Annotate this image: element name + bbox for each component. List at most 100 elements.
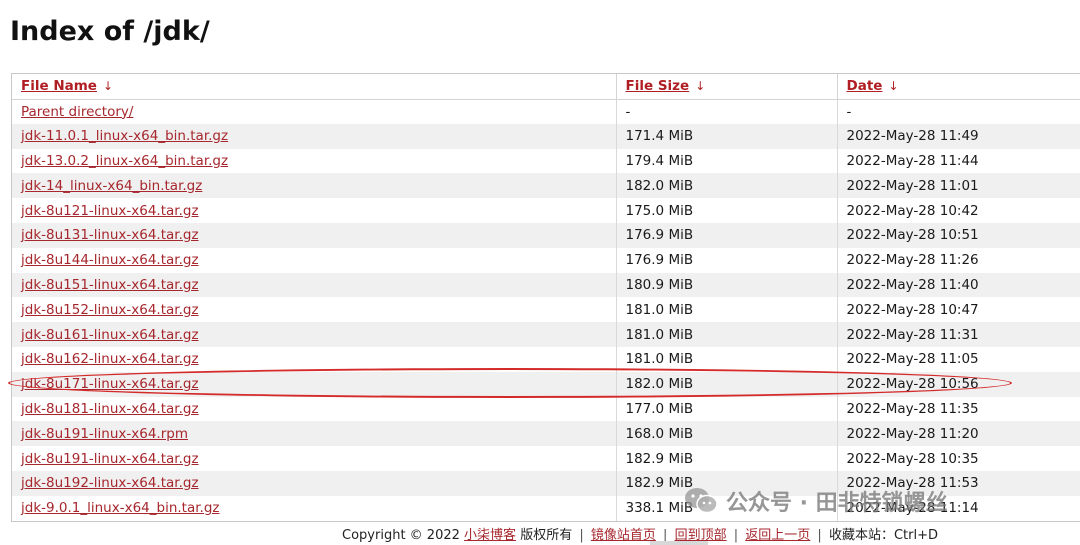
file-size-cell: 182.0 MiB [616,371,838,397]
file-name-cell: jdk-13.0.2_linux-x64_bin.tar.gz [12,148,617,174]
site-link[interactable]: 小柒博客 [464,528,516,543]
file-name-cell: jdk-8u121-linux-x64.tar.gz [12,198,617,223]
watermark: 公众号 · 田非特锁螺丝 [684,484,948,518]
parent-directory-link[interactable]: Parent directory/ [21,104,133,120]
mirror-home-link[interactable]: 镜像站首页 [591,528,656,543]
file-date-cell: 2022-May-28 10:51 [837,222,1080,248]
table-row: jdk-8u151-linux-x64.tar.gz 180.9 MiB 2022-… [12,272,1080,298]
file-size-cell: 181.0 MiB [616,346,838,372]
table-row: jdk-8u162-linux-x64.tar.gz 181.0 MiB 2022-… [12,346,1080,372]
file-link[interactable]: jdk-9.0.1_linux-x64_bin.tar.gz [21,500,220,516]
file-link[interactable]: jdk-8u131-linux-x64.tar.gz [21,227,199,243]
file-link[interactable]: jdk-13.0.2_linux-x64_bin.tar.gz [21,153,228,169]
file-name-cell: jdk-8u162-linux-x64.tar.gz [12,346,617,372]
table-row: jdk-8u181-linux-x64.tar.gz 177.0 MiB 2022-… [12,396,1080,422]
file-size-cell: 171.4 MiB [616,123,838,149]
sort-arrow-icon[interactable]: ↓ [888,79,898,93]
file-link[interactable]: jdk-11.0.1_linux-x64_bin.tar.gz [21,128,228,144]
table-row: jdk-8u144-linux-x64.tar.gz 176.9 MiB 2022-… [12,247,1080,273]
sort-by-size-link[interactable]: File Size [626,78,690,94]
sort-by-name-link[interactable]: File Name [21,78,97,94]
column-header-file-size: File Size ↓ [616,74,838,100]
file-date-cell: 2022-May-28 11:26 [837,247,1080,273]
file-size-cell: - [616,99,838,124]
file-link[interactable]: jdk-8u151-linux-x64.tar.gz [21,277,199,293]
table-row: jdk-8u121-linux-x64.tar.gz 175.0 MiB 2022-… [12,198,1080,223]
file-link[interactable]: jdk-8u121-linux-x64.tar.gz [21,203,199,219]
listing-table-body: Parent directory/- - jdk-11.0.1_linux-x64_… [12,99,1080,521]
file-link[interactable]: jdk-8u181-linux-x64.tar.gz [21,401,199,417]
table-row: jdk-8u131-linux-x64.tar.gz 176.9 MiB 2022-… [12,222,1080,248]
table-row: jdk-8u191-linux-x64.tar.gz 182.9 MiB 2022-… [12,446,1080,471]
file-link[interactable]: jdk-8u171-linux-x64.tar.gz [21,376,199,392]
file-date-cell: 2022-May-28 11:35 [837,396,1080,422]
file-name-cell: jdk-9.0.1_linux-x64_bin.tar.gz [12,495,617,521]
file-name-cell: jdk-8u152-linux-x64.tar.gz [12,297,617,323]
file-date-cell: 2022-May-28 11:40 [837,272,1080,298]
file-link[interactable]: jdk-8u191-linux-x64.rpm [21,426,188,442]
rights-text: 版权所有 [520,528,573,543]
file-name-cell: jdk-8u191-linux-x64.tar.gz [12,446,617,471]
file-name-cell: jdk-8u144-linux-x64.tar.gz [12,247,617,273]
directory-listing-page: Index of /jdk/ File Name ↓ File Size ↓ Dat… [0,0,1080,545]
listing-table: File Name ↓ File Size ↓ Date ↓ Parent direc… [12,74,1080,521]
file-size-cell: 168.0 MiB [616,421,838,447]
file-link[interactable]: jdk-8u144-linux-x64.tar.gz [21,252,199,268]
file-size-cell: 182.9 MiB [616,446,838,471]
page-title: Index of /jdk/ [10,16,210,47]
file-name-cell: jdk-8u181-linux-x64.tar.gz [12,396,617,422]
file-size-cell: 176.9 MiB [616,247,838,273]
file-name-cell: jdk-8u151-linux-x64.tar.gz [12,272,617,298]
file-name-cell: Parent directory/ [12,99,617,124]
scroll-tab-indicator [650,541,708,545]
file-date-cell: 2022-May-28 11:44 [837,148,1080,174]
listing-table-container: File Name ↓ File Size ↓ Date ↓ Parent direc… [11,73,1080,522]
sort-arrow-icon[interactable]: ↓ [103,79,113,93]
table-row: jdk-8u152-linux-x64.tar.gz 181.0 MiB 2022-… [12,297,1080,323]
table-header-row: File Name ↓ File Size ↓ Date ↓ [12,74,1080,100]
go-back-link[interactable]: 返回上一页 [745,528,810,543]
file-date-cell: 2022-May-28 10:42 [837,198,1080,223]
file-date-cell: - [837,99,1080,124]
file-link[interactable]: jdk-8u192-linux-x64.tar.gz [21,475,199,491]
file-size-cell: 175.0 MiB [616,198,838,223]
watermark-text: 公众号 · 田非特锁螺丝 [726,491,948,516]
file-size-cell: 181.0 MiB [616,322,838,347]
file-link[interactable]: jdk-8u191-linux-x64.tar.gz [21,451,199,467]
file-link[interactable]: jdk-8u152-linux-x64.tar.gz [21,302,199,318]
table-row: jdk-8u191-linux-x64.rpm 168.0 MiB 2022-May… [12,421,1080,447]
file-link[interactable]: jdk-8u162-linux-x64.tar.gz [21,351,199,367]
table-row: jdk-11.0.1_linux-x64_bin.tar.gz 171.4 MiB… [12,123,1080,149]
file-name-cell: jdk-11.0.1_linux-x64_bin.tar.gz [12,123,617,149]
file-size-cell: 179.4 MiB [616,148,838,174]
sort-arrow-icon[interactable]: ↓ [695,79,705,93]
file-link[interactable]: jdk-14_linux-x64_bin.tar.gz [21,178,202,194]
file-date-cell: 2022-May-28 10:56 [837,371,1080,397]
footer-separator: | [817,528,822,543]
file-name-cell: jdk-8u171-linux-x64.tar.gz [12,371,617,397]
bookmark-hint: 收藏本站：Ctrl+D [828,528,938,543]
file-date-cell: 2022-May-28 11:20 [837,421,1080,447]
file-date-cell: 2022-May-28 11:05 [837,346,1080,372]
file-date-cell: 2022-May-28 11:01 [837,173,1080,199]
file-date-cell: 2022-May-28 11:31 [837,322,1080,347]
file-name-cell: jdk-8u192-linux-x64.tar.gz [12,470,617,496]
table-row: jdk-13.0.2_linux-x64_bin.tar.gz 179.4 MiB… [12,148,1080,174]
file-date-cell: 2022-May-28 10:35 [837,446,1080,471]
file-size-cell: 182.0 MiB [616,173,838,199]
table-row: Parent directory/ - - [12,99,1080,124]
file-name-cell: jdk-8u131-linux-x64.tar.gz [12,222,617,248]
file-link[interactable]: jdk-8u161-linux-x64.tar.gz [21,327,199,343]
file-date-cell: 2022-May-28 11:49 [837,123,1080,149]
table-row: jdk-8u161-linux-x64.tar.gz 181.0 MiB 2022-… [12,322,1080,347]
file-name-cell: jdk-14_linux-x64_bin.tar.gz [12,173,617,199]
file-size-cell: 177.0 MiB [616,396,838,422]
file-size-cell: 180.9 MiB [616,272,838,298]
table-row: jdk-8u171-linux-x64.tar.gz 182.0 MiB 2022-… [12,371,1080,397]
file-size-cell: 176.9 MiB [616,222,838,248]
footer: Copyright © 2022 小柒博客 版权所有 | 镜像站首页 | 回到顶… [0,524,1080,543]
wechat-icon [685,488,718,514]
sort-by-date-link[interactable]: Date [847,78,883,94]
copyright-text: Copyright © 2022 [342,528,460,543]
file-size-cell: 181.0 MiB [616,297,838,323]
